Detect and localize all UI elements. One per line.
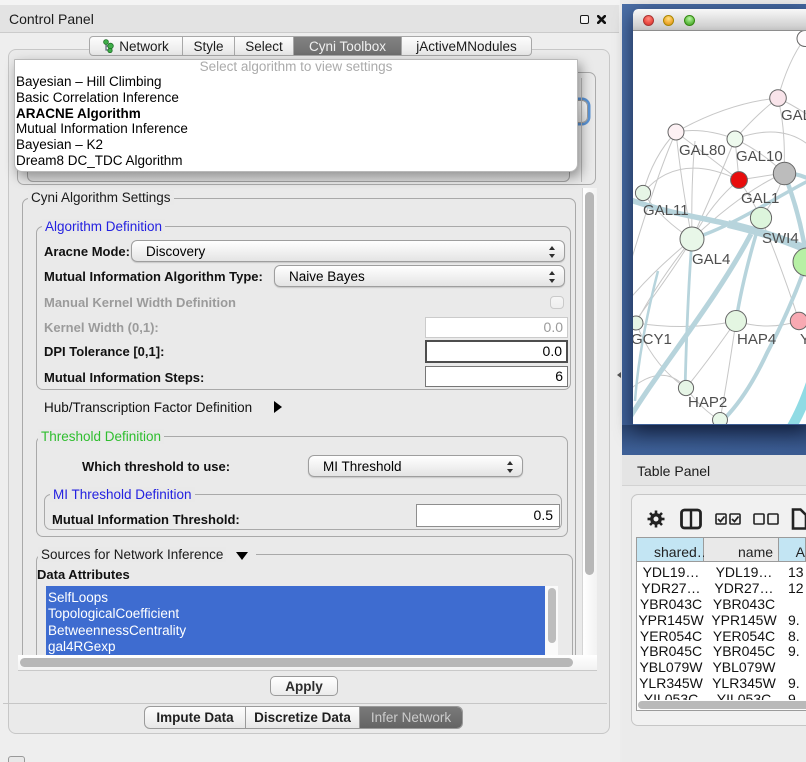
svg-text:GAL11: GAL11: [643, 202, 689, 219]
svg-text:GAL80: GAL80: [679, 142, 726, 159]
svg-text:GAL10: GAL10: [736, 148, 783, 165]
svg-text:Y: Y: [800, 331, 806, 348]
svg-text:GAL7: GAL7: [781, 107, 806, 124]
svg-text:GAL1: GAL1: [741, 190, 779, 207]
svg-text:HAP2: HAP2: [688, 394, 727, 411]
svg-text:SWI4: SWI4: [762, 230, 799, 247]
svg-text:HAP4: HAP4: [737, 331, 776, 348]
svg-text:GAL4: GAL4: [692, 251, 730, 268]
svg-text:GCY1: GCY1: [633, 331, 672, 348]
